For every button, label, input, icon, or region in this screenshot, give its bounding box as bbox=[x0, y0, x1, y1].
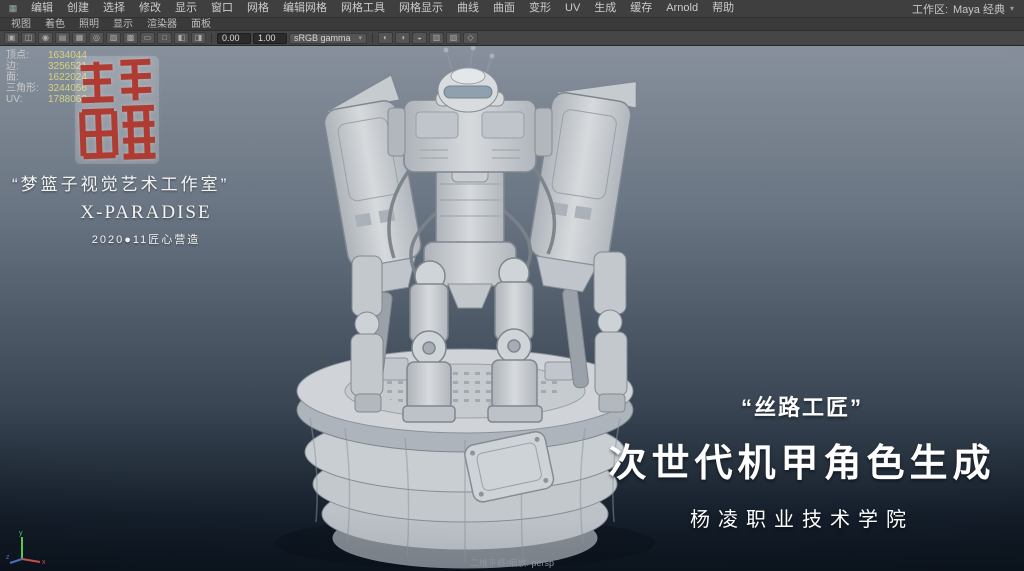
gate-mask-icon[interactable]: ◧ bbox=[174, 32, 189, 44]
two-d-pan-zoom-icon[interactable]: ◎ bbox=[89, 32, 104, 44]
menu-item[interactable]: UV bbox=[558, 0, 587, 17]
toolbar-separator bbox=[211, 33, 212, 44]
panel-menu-item[interactable]: 照明 bbox=[72, 18, 106, 31]
axis-y-label: y bbox=[19, 530, 23, 537]
workspace-value: Maya 经典 bbox=[953, 1, 1005, 17]
menu-item[interactable]: 显示 bbox=[168, 0, 204, 17]
studio-year: 2020●11匠心营造 bbox=[12, 231, 280, 247]
resolution-gate-icon[interactable]: □ bbox=[157, 32, 172, 44]
hud-label: 面: bbox=[6, 72, 48, 83]
artist-seal bbox=[74, 55, 160, 165]
menu-item[interactable]: 选择 bbox=[96, 0, 132, 17]
hud-label: 边: bbox=[6, 61, 48, 72]
isolate-select-icon[interactable]: ◇ bbox=[463, 32, 478, 44]
panel-menu-item[interactable]: 面板 bbox=[184, 18, 218, 31]
maya-logo-icon: ▦ bbox=[6, 3, 20, 15]
viewport[interactable]: 顶点: 1634044 边: 3256521 面: 1622024 三角形: 3… bbox=[0, 46, 1024, 571]
camera-attributes-icon[interactable]: ◉ bbox=[38, 32, 53, 44]
grease-pencil-icon[interactable]: ▨ bbox=[106, 32, 121, 44]
lock-camera-icon[interactable]: ◫ bbox=[21, 32, 36, 44]
image-plane-icon[interactable]: ▦ bbox=[72, 32, 87, 44]
menu-items: 编辑创建选择修改显示窗口网格编辑网格网格工具网格显示曲线曲面变形UV生成缓存Ar… bbox=[24, 0, 741, 17]
toolbar-separator bbox=[372, 33, 373, 44]
menu-item[interactable]: 网格 bbox=[240, 0, 276, 17]
menu-item[interactable]: 生成 bbox=[587, 0, 623, 17]
mech-head bbox=[438, 46, 498, 112]
studio-watermark: “梦篮子视觉艺术工作室” X-PARADISE 2020●11匠心营造 bbox=[12, 170, 280, 247]
maya-window: ▦ 编辑创建选择修改显示窗口网格编辑网格网格工具网格显示曲线曲面变形UV生成缓存… bbox=[0, 0, 1024, 571]
menu-item[interactable]: 窗口 bbox=[204, 0, 240, 17]
colorspace-dropdown[interactable]: sRGB gamma ▾ bbox=[289, 33, 367, 44]
chevron-down-icon: ▾ bbox=[358, 34, 362, 42]
grid-icon[interactable]: ▩ bbox=[123, 32, 138, 44]
panel-menu-bar: 视图着色照明显示渲染器面板 bbox=[0, 18, 1024, 31]
exposure-field[interactable]: 0.00 bbox=[217, 33, 251, 44]
studio-name: “梦篮子视觉艺术工作室” bbox=[12, 170, 280, 195]
menu-item[interactable]: 编辑 bbox=[24, 0, 60, 17]
camera-hint: 二维平移/缩放: persp bbox=[0, 556, 1024, 569]
menu-bar: ▦ 编辑创建选择修改显示窗口网格编辑网格网格工具网格显示曲线曲面变形UV生成缓存… bbox=[0, 0, 1024, 18]
menu-item[interactable]: 缓存 bbox=[623, 0, 659, 17]
select-camera-icon[interactable]: ▣ bbox=[4, 32, 19, 44]
studio-name-en: X-PARADISE bbox=[12, 202, 280, 224]
lighting-icon[interactable]: ◐ bbox=[378, 32, 393, 44]
panel-menu-item[interactable]: 显示 bbox=[106, 18, 140, 31]
multisample-aa-icon[interactable]: ▧ bbox=[446, 32, 461, 44]
hud-label: UV: bbox=[6, 94, 48, 105]
title-quote: “丝路工匠” bbox=[586, 390, 1018, 422]
shadows-icon[interactable]: ◑ bbox=[395, 32, 410, 44]
menu-item[interactable]: 修改 bbox=[132, 0, 168, 17]
title-block: “丝路工匠” 次世代机甲角色生成 杨凌职业技术学院 bbox=[586, 390, 1018, 532]
hud-label: 顶点: bbox=[6, 50, 48, 61]
menu-item[interactable]: 帮助 bbox=[705, 0, 741, 17]
toolbar-icons-left: ▣◫◉▤▦◎▨▩▭□◧◨ bbox=[4, 32, 206, 44]
subtitle: 杨凌职业技术学院 bbox=[586, 503, 1018, 532]
safe-action-icon[interactable]: ◨ bbox=[191, 32, 206, 44]
menu-item[interactable]: 编辑网格 bbox=[276, 0, 334, 17]
menu-item[interactable]: 创建 bbox=[60, 0, 96, 17]
motion-blur-icon[interactable]: ▥ bbox=[429, 32, 444, 44]
workspace-selector[interactable]: 工作区: Maya 经典 ▾ bbox=[912, 1, 1018, 17]
panel-menu-item[interactable]: 着色 bbox=[38, 18, 72, 31]
colorspace-value: sRGB gamma bbox=[294, 33, 351, 43]
menu-item[interactable]: 网格显示 bbox=[392, 0, 450, 17]
menu-item[interactable]: 变形 bbox=[522, 0, 558, 17]
panel-menu-item[interactable]: 渲染器 bbox=[140, 18, 184, 31]
menu-item[interactable]: 曲线 bbox=[450, 0, 486, 17]
bookmarks-icon[interactable]: ▤ bbox=[55, 32, 70, 44]
film-gate-icon[interactable]: ▭ bbox=[140, 32, 155, 44]
hud-label: 三角形: bbox=[6, 83, 48, 94]
ambient-occlusion-icon[interactable]: ◒ bbox=[412, 32, 427, 44]
panel-toolbar: ▣◫◉▤▦◎▨▩▭□◧◨ 0.00 1.00 sRGB gamma ▾ ◐◑◒▥… bbox=[0, 31, 1024, 46]
toolbar-icons-right: ◐◑◒▥▧◇ bbox=[378, 32, 478, 44]
menu-item[interactable]: 网格工具 bbox=[334, 0, 392, 17]
workspace-label: 工作区: bbox=[912, 1, 948, 17]
menu-item[interactable]: 曲面 bbox=[486, 0, 522, 17]
main-title: 次世代机甲角色生成 bbox=[586, 432, 1018, 487]
gamma-field[interactable]: 1.00 bbox=[253, 33, 287, 44]
menu-item[interactable]: Arnold bbox=[659, 0, 705, 17]
panel-menu-item[interactable]: 视图 bbox=[4, 18, 38, 31]
chevron-down-icon: ▾ bbox=[1010, 4, 1014, 13]
